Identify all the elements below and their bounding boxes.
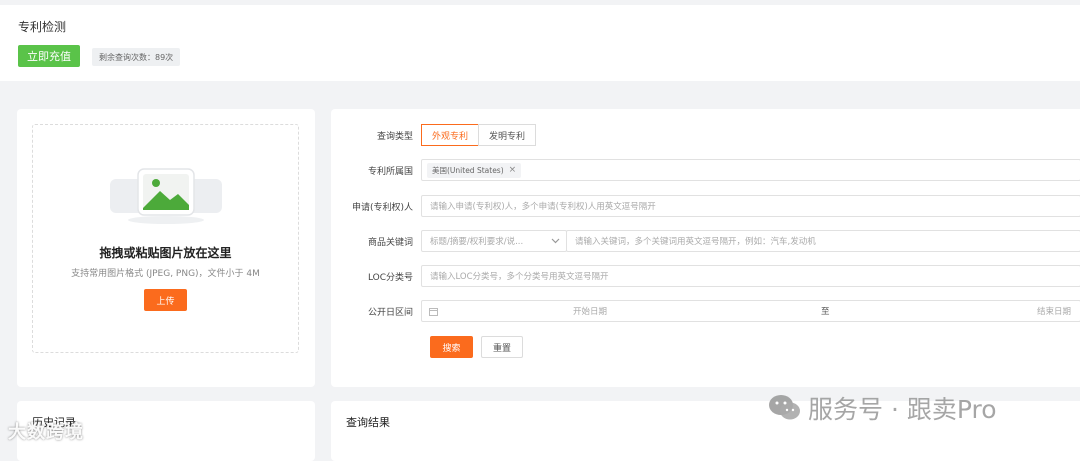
header-card: 专利检测 立即充值 剩余查询次数：89次	[0, 5, 1080, 81]
date-start-input[interactable]: 开始日期	[573, 305, 607, 317]
upload-button[interactable]: 上传	[144, 289, 187, 311]
loc-row: LOC分类号 请输入LOC分类号，多个分类号用英文逗号隔开	[331, 265, 1080, 287]
applicant-label: 申请(专利权)人	[351, 202, 413, 213]
date-row: 公开日区间 开始日期 至 结束日期	[331, 300, 1080, 322]
tab-design-patent[interactable]: 外观专利	[421, 124, 480, 146]
wechat-icon	[769, 395, 800, 420]
date-label: 公开日区间	[367, 307, 413, 318]
applicant-row: 申请(专利权)人 请输入申请(专利权)人，多个申请(专利权)人用英文逗号隔开	[331, 195, 1080, 217]
country-tag-label: 美国(United States)	[432, 165, 504, 175]
recharge-button[interactable]: 立即充值	[18, 45, 80, 67]
watermark-right: 服务号 · 跟卖Pro	[768, 390, 997, 426]
country-row: 专利所属国 美国(United States) ×	[331, 159, 1080, 181]
search-button[interactable]: 搜索	[430, 336, 473, 358]
image-icon	[110, 168, 222, 224]
country-tag: 美国(United States) ×	[427, 162, 522, 178]
date-range-picker[interactable]: 开始日期 至 结束日期	[421, 300, 1080, 322]
reset-button[interactable]: 重置	[481, 336, 523, 358]
country-label: 专利所属国	[367, 166, 413, 177]
query-type-row: 查询类型 外观专利 发明专利	[331, 124, 537, 146]
keyword-row: 商品关键词 标题/摘要/权利要求/说... 请输入关键词，多个关键词用英文逗号隔…	[331, 230, 1080, 252]
quota-badge: 剩余查询次数：89次	[92, 48, 181, 66]
dropzone-hint: 支持常用图片格式 (JPEG, PNG)，文件小于 4M	[71, 269, 260, 279]
results-title: 查询结果	[346, 416, 390, 429]
country-select[interactable]: 美国(United States) ×	[421, 159, 1080, 181]
page-title: 专利检测	[18, 20, 67, 34]
dropzone-title: 拖拽或粘贴图片放在这里	[99, 246, 232, 260]
watermark-left: 大数跨境	[8, 422, 84, 443]
date-end-input[interactable]: 结束日期	[1037, 305, 1071, 317]
date-separator: 至	[821, 307, 830, 317]
loc-input[interactable]: 请输入LOC分类号，多个分类号用英文逗号隔开	[421, 265, 1080, 287]
keyword-label: 商品关键词	[367, 237, 413, 248]
close-icon[interactable]: ×	[509, 165, 517, 175]
search-form-card: 查询类型 外观专利 发明专利 专利所属国 美国(United States) ×…	[331, 109, 1080, 387]
chevron-down-icon	[551, 238, 560, 244]
keyword-scope-select[interactable]: 标题/摘要/权利要求/说...	[421, 230, 567, 252]
image-dropzone[interactable]: 拖拽或粘贴图片放在这里 支持常用图片格式 (JPEG, PNG)，文件小于 4M…	[32, 124, 299, 353]
loc-label: LOC分类号	[367, 272, 413, 283]
applicant-input[interactable]: 请输入申请(专利权)人，多个申请(专利权)人用英文逗号隔开	[421, 195, 1080, 217]
tab-invention-patent[interactable]: 发明专利	[478, 124, 537, 146]
upload-card: 拖拽或粘贴图片放在这里 支持常用图片格式 (JPEG, PNG)，文件小于 4M…	[17, 109, 315, 387]
calendar-icon	[429, 307, 438, 316]
watermark-right-text: 服务号 · 跟卖Pro	[808, 395, 997, 424]
keyword-scope-value: 标题/摘要/权利要求/说...	[430, 237, 524, 247]
keyword-input[interactable]: 请输入关键词，多个关键词用英文逗号隔开，例如：汽车,发动机	[566, 230, 1080, 252]
query-type-label: 查询类型	[376, 131, 413, 142]
